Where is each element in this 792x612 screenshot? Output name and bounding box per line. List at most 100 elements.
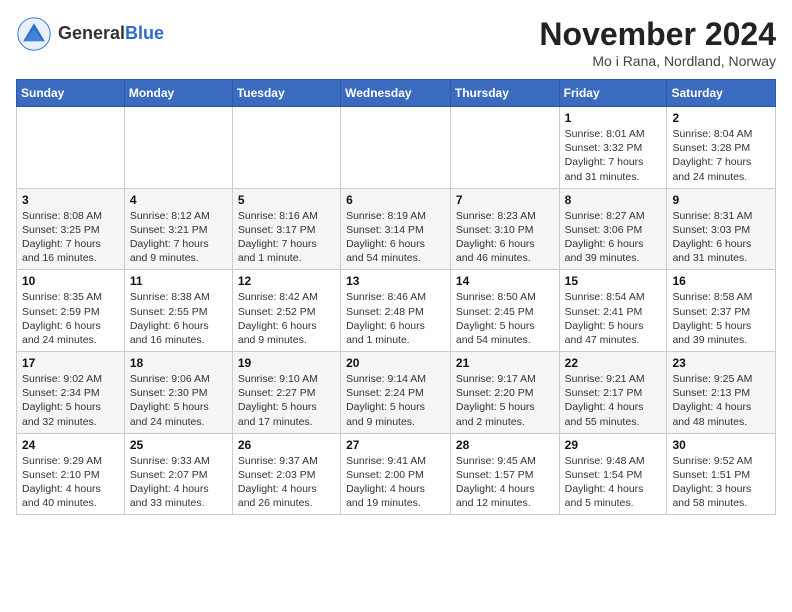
day-info: Sunrise: 8:16 AM Sunset: 3:17 PM Dayligh… xyxy=(238,209,335,266)
logo-general: General xyxy=(58,23,125,43)
calendar-cell: 4 Sunrise: 8:12 AM Sunset: 3:21 PM Daylig… xyxy=(124,188,232,270)
day-number: 1 xyxy=(565,111,662,125)
calendar-cell: 8Sunrise: 8:27 AM Sunset: 3:06 PM Daylig… xyxy=(559,188,667,270)
day-info: Sunrise: 8:04 AM Sunset: 3:28 PM Dayligh… xyxy=(672,127,770,184)
day-info: Sunrise: 9:37 AM Sunset: 2:03 PM Dayligh… xyxy=(238,454,335,511)
day-number: 10 xyxy=(22,274,119,288)
day-number: 17 xyxy=(22,356,119,370)
calendar-cell: 1 Sunrise: 8:01 AM Sunset: 3:32 PM Daylig… xyxy=(559,107,667,189)
day-info: Sunrise: 9:29 AM Sunset: 2:10 PM Dayligh… xyxy=(22,454,119,511)
day-info: Sunrise: 9:14 AM Sunset: 2:24 PM Dayligh… xyxy=(346,372,445,429)
day-number: 8 xyxy=(565,193,662,207)
calendar-cell: 19Sunrise: 9:10 AM Sunset: 2:27 PM Dayli… xyxy=(232,352,340,434)
day-info: Sunrise: 9:52 AM Sunset: 1:51 PM Dayligh… xyxy=(672,454,770,511)
logo: GeneralBlue xyxy=(16,16,164,52)
day-info: Sunrise: 9:10 AM Sunset: 2:27 PM Dayligh… xyxy=(238,372,335,429)
day-info: Sunrise: 8:19 AM Sunset: 3:14 PM Dayligh… xyxy=(346,209,445,266)
calendar-cell: 16 Sunrise: 8:58 AM Sunset: 2:37 PM Dayli… xyxy=(667,270,776,352)
calendar-cell: 10Sunrise: 8:35 AM Sunset: 2:59 PM Dayli… xyxy=(17,270,125,352)
calendar-cell: 24 Sunrise: 9:29 AM Sunset: 2:10 PM Dayli… xyxy=(17,433,125,515)
calendar-body: 1 Sunrise: 8:01 AM Sunset: 3:32 PM Daylig… xyxy=(17,107,776,515)
calendar-cell: 22 Sunrise: 9:21 AM Sunset: 2:17 PM Dayli… xyxy=(559,352,667,434)
day-of-week-header: Saturday xyxy=(667,80,776,107)
calendar-cell: 6 Sunrise: 8:19 AM Sunset: 3:14 PM Daylig… xyxy=(341,188,451,270)
day-info: Sunrise: 9:41 AM Sunset: 2:00 PM Dayligh… xyxy=(346,454,445,511)
day-of-week-header: Tuesday xyxy=(232,80,340,107)
day-number: 16 xyxy=(672,274,770,288)
calendar-cell: 29 Sunrise: 9:48 AM Sunset: 1:54 PM Dayli… xyxy=(559,433,667,515)
day-number: 14 xyxy=(456,274,554,288)
day-info: Sunrise: 9:21 AM Sunset: 2:17 PM Dayligh… xyxy=(565,372,662,429)
day-number: 26 xyxy=(238,438,335,452)
day-info: Sunrise: 8:31 AM Sunset: 3:03 PM Dayligh… xyxy=(672,209,770,266)
day-info: Sunrise: 8:42 AM Sunset: 2:52 PM Dayligh… xyxy=(238,290,335,347)
calendar-cell: 14 Sunrise: 8:50 AM Sunset: 2:45 PM Dayli… xyxy=(450,270,559,352)
calendar-cell xyxy=(450,107,559,189)
calendar-cell: 15 Sunrise: 8:54 AM Sunset: 2:41 PM Dayli… xyxy=(559,270,667,352)
header-row: SundayMondayTuesdayWednesdayThursdayFrid… xyxy=(17,80,776,107)
day-number: 12 xyxy=(238,274,335,288)
day-number: 11 xyxy=(130,274,227,288)
day-of-week-header: Wednesday xyxy=(341,80,451,107)
day-number: 28 xyxy=(456,438,554,452)
calendar-cell xyxy=(124,107,232,189)
calendar-cell: 13Sunrise: 8:46 AM Sunset: 2:48 PM Dayli… xyxy=(341,270,451,352)
calendar-cell: 26 Sunrise: 9:37 AM Sunset: 2:03 PM Dayli… xyxy=(232,433,340,515)
day-info: Sunrise: 9:02 AM Sunset: 2:34 PM Dayligh… xyxy=(22,372,119,429)
day-of-week-header: Thursday xyxy=(450,80,559,107)
calendar-week-row: 1 Sunrise: 8:01 AM Sunset: 3:32 PM Daylig… xyxy=(17,107,776,189)
calendar-week-row: 10Sunrise: 8:35 AM Sunset: 2:59 PM Dayli… xyxy=(17,270,776,352)
day-info: Sunrise: 8:23 AM Sunset: 3:10 PM Dayligh… xyxy=(456,209,554,266)
day-info: Sunrise: 9:06 AM Sunset: 2:30 PM Dayligh… xyxy=(130,372,227,429)
calendar-cell: 30 Sunrise: 9:52 AM Sunset: 1:51 PM Dayli… xyxy=(667,433,776,515)
day-info: Sunrise: 8:54 AM Sunset: 2:41 PM Dayligh… xyxy=(565,290,662,347)
logo-text: GeneralBlue xyxy=(58,24,164,44)
logo-blue: Blue xyxy=(125,23,164,43)
day-info: Sunrise: 9:45 AM Sunset: 1:57 PM Dayligh… xyxy=(456,454,554,511)
day-number: 30 xyxy=(672,438,770,452)
day-info: Sunrise: 9:48 AM Sunset: 1:54 PM Dayligh… xyxy=(565,454,662,511)
day-info: Sunrise: 8:01 AM Sunset: 3:32 PM Dayligh… xyxy=(565,127,662,184)
calendar-cell: 25Sunrise: 9:33 AM Sunset: 2:07 PM Dayli… xyxy=(124,433,232,515)
day-number: 3 xyxy=(22,193,119,207)
day-number: 7 xyxy=(456,193,554,207)
day-info: Sunrise: 9:25 AM Sunset: 2:13 PM Dayligh… xyxy=(672,372,770,429)
calendar-cell: 18Sunrise: 9:06 AM Sunset: 2:30 PM Dayli… xyxy=(124,352,232,434)
calendar-cell: 20 Sunrise: 9:14 AM Sunset: 2:24 PM Dayli… xyxy=(341,352,451,434)
day-info: Sunrise: 8:50 AM Sunset: 2:45 PM Dayligh… xyxy=(456,290,554,347)
day-info: Sunrise: 9:17 AM Sunset: 2:20 PM Dayligh… xyxy=(456,372,554,429)
calendar-cell: 11Sunrise: 8:38 AM Sunset: 2:55 PM Dayli… xyxy=(124,270,232,352)
calendar-week-row: 3Sunrise: 8:08 AM Sunset: 3:25 PM Daylig… xyxy=(17,188,776,270)
day-number: 27 xyxy=(346,438,445,452)
location: Mo i Rana, Nordland, Norway xyxy=(539,53,776,69)
day-number: 6 xyxy=(346,193,445,207)
day-info: Sunrise: 8:12 AM Sunset: 3:21 PM Dayligh… xyxy=(130,209,227,266)
day-of-week-header: Friday xyxy=(559,80,667,107)
day-number: 29 xyxy=(565,438,662,452)
calendar-cell: 23 Sunrise: 9:25 AM Sunset: 2:13 PM Dayli… xyxy=(667,352,776,434)
day-info: Sunrise: 8:58 AM Sunset: 2:37 PM Dayligh… xyxy=(672,290,770,347)
calendar-cell: 28 Sunrise: 9:45 AM Sunset: 1:57 PM Dayli… xyxy=(450,433,559,515)
day-number: 13 xyxy=(346,274,445,288)
calendar-week-row: 17 Sunrise: 9:02 AM Sunset: 2:34 PM Dayli… xyxy=(17,352,776,434)
day-number: 2 xyxy=(672,111,770,125)
day-number: 24 xyxy=(22,438,119,452)
day-of-week-header: Sunday xyxy=(17,80,125,107)
calendar-cell: 27 Sunrise: 9:41 AM Sunset: 2:00 PM Dayli… xyxy=(341,433,451,515)
day-number: 22 xyxy=(565,356,662,370)
calendar-cell xyxy=(17,107,125,189)
calendar-cell: 21Sunrise: 9:17 AM Sunset: 2:20 PM Dayli… xyxy=(450,352,559,434)
calendar-week-row: 24 Sunrise: 9:29 AM Sunset: 2:10 PM Dayli… xyxy=(17,433,776,515)
calendar-cell xyxy=(232,107,340,189)
day-number: 20 xyxy=(346,356,445,370)
day-number: 15 xyxy=(565,274,662,288)
day-number: 25 xyxy=(130,438,227,452)
calendar-cell: 9 Sunrise: 8:31 AM Sunset: 3:03 PM Daylig… xyxy=(667,188,776,270)
day-number: 4 xyxy=(130,193,227,207)
calendar-cell: 7 Sunrise: 8:23 AM Sunset: 3:10 PM Daylig… xyxy=(450,188,559,270)
calendar-cell xyxy=(341,107,451,189)
calendar-cell: 12 Sunrise: 8:42 AM Sunset: 2:52 PM Dayli… xyxy=(232,270,340,352)
calendar-cell: 2 Sunrise: 8:04 AM Sunset: 3:28 PM Daylig… xyxy=(667,107,776,189)
day-number: 9 xyxy=(672,193,770,207)
day-number: 23 xyxy=(672,356,770,370)
